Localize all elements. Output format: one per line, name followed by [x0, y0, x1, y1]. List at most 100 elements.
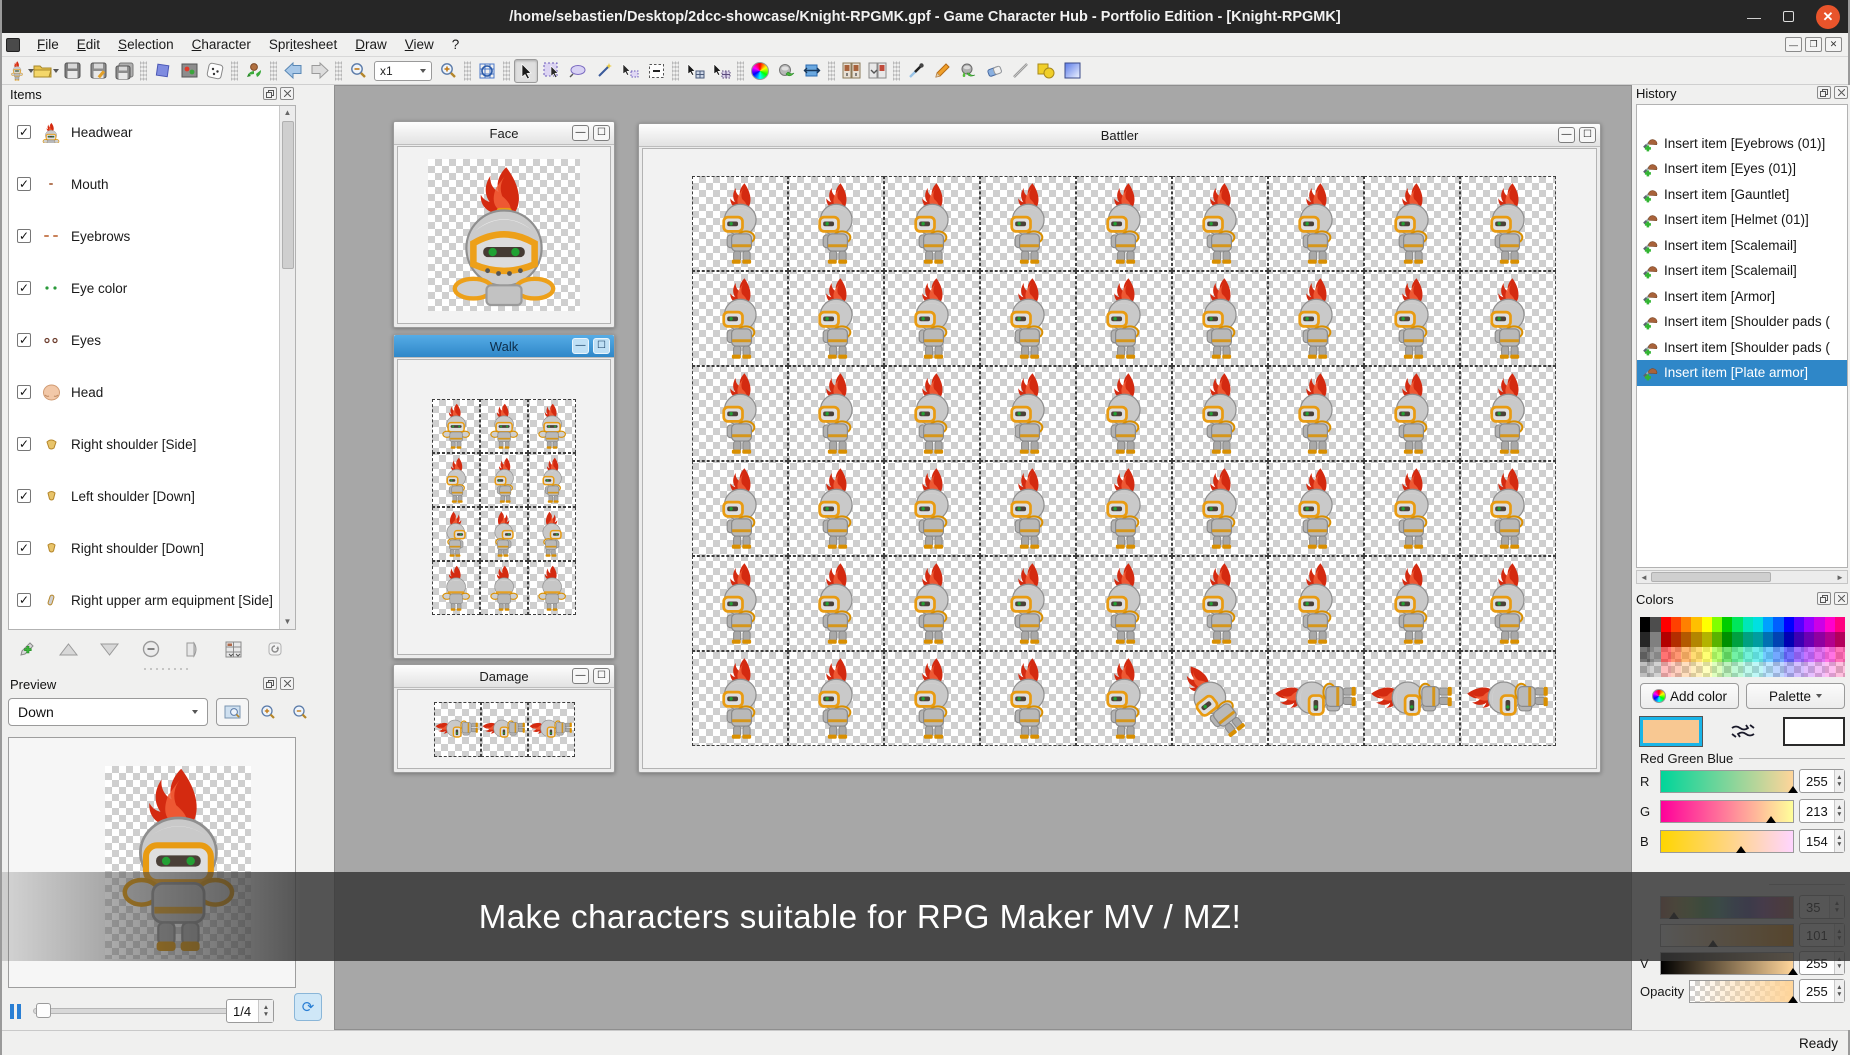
palette-swatch[interactable]: [1712, 662, 1722, 677]
mdi-restore-icon[interactable]: ❐: [1805, 37, 1822, 52]
palette-swatch[interactable]: [1650, 632, 1660, 647]
dock-splitter[interactable]: [142, 667, 192, 671]
sprite-cell[interactable]: [788, 651, 884, 746]
palette-swatch[interactable]: [1825, 647, 1835, 662]
sprite-cell[interactable]: [1172, 461, 1268, 556]
palette-swatch[interactable]: [1773, 617, 1783, 632]
zoom-level-select[interactable]: x1: [374, 61, 432, 81]
r-spinner[interactable]: 255▲▼: [1799, 769, 1845, 793]
menu-edit[interactable]: Edit: [68, 34, 109, 55]
zoom-in-button[interactable]: [436, 59, 460, 83]
palette-swatch[interactable]: [1712, 617, 1722, 632]
palette-swatch[interactable]: [1753, 662, 1763, 677]
b-spinner[interactable]: 154▲▼: [1799, 829, 1845, 853]
history-close-icon[interactable]: [1834, 86, 1848, 99]
walk-minimize-icon[interactable]: —: [572, 338, 589, 354]
preview-zoom-in-button[interactable]: [254, 700, 282, 726]
mdi-minimize-icon[interactable]: —: [1785, 37, 1802, 52]
scroll-right-icon[interactable]: ►: [1833, 573, 1847, 582]
g-spinner[interactable]: 213▲▼: [1799, 799, 1845, 823]
item-checkbox[interactable]: ✓: [17, 177, 31, 191]
sprite-cell[interactable]: [1460, 176, 1556, 271]
sprite-cell[interactable]: [480, 507, 528, 561]
sprite-cell[interactable]: [1364, 651, 1460, 746]
palette-swatch[interactable]: [1650, 662, 1660, 677]
menu-spritesheet[interactable]: Spritesheet: [260, 34, 346, 55]
scroll-up-icon[interactable]: ▲: [284, 106, 292, 120]
palette-swatch[interactable]: [1640, 662, 1650, 677]
lasso-tool-button[interactable]: [566, 59, 590, 83]
face-window-titlebar[interactable]: Face —☐: [394, 122, 614, 145]
sprite-cell[interactable]: [980, 556, 1076, 651]
sprite-cell[interactable]: [980, 461, 1076, 556]
palette-swatch[interactable]: [1681, 662, 1691, 677]
history-entry[interactable]: Insert item [Eyes (01)]: [1637, 156, 1847, 182]
sprite-cell[interactable]: [1364, 556, 1460, 651]
sprite-cell[interactable]: [692, 461, 788, 556]
sprite-cell[interactable]: [788, 176, 884, 271]
palette-swatch[interactable]: [1753, 617, 1763, 632]
duplicate-item-button[interactable]: [177, 637, 207, 661]
palette-swatch[interactable]: [1794, 662, 1804, 677]
sprite-cell[interactable]: [884, 556, 980, 651]
sprite-cell[interactable]: [1172, 271, 1268, 366]
item-settings-button[interactable]: [260, 637, 290, 661]
history-scroll-thumb[interactable]: [1651, 572, 1771, 582]
sprite-cell[interactable]: [1268, 556, 1364, 651]
history-entry[interactable]: Insert item [Helmet (01)]: [1637, 207, 1847, 233]
sprite-cell[interactable]: [884, 271, 980, 366]
shape-tool-button[interactable]: [1034, 59, 1058, 83]
minimize-window-icon[interactable]: —: [1747, 12, 1761, 22]
s-slider[interactable]: [1660, 924, 1794, 947]
palette-swatch[interactable]: [1722, 662, 1732, 677]
sprite-cell[interactable]: [528, 453, 576, 507]
menu-view[interactable]: View: [396, 34, 443, 55]
secondary-color-swatch[interactable]: [1783, 717, 1845, 746]
sprite-cell[interactable]: [884, 461, 980, 556]
sprite-cell[interactable]: [1460, 556, 1556, 651]
sprite-cell[interactable]: [788, 556, 884, 651]
palette-swatch[interactable]: [1671, 632, 1681, 647]
item-row[interactable]: ✓ Headwear: [9, 106, 295, 158]
battler-window[interactable]: Battler —☐: [638, 123, 1601, 773]
undo-button[interactable]: [281, 59, 305, 83]
palette-swatch[interactable]: [1835, 617, 1845, 632]
palette-swatch[interactable]: [1753, 647, 1763, 662]
damage-window-titlebar[interactable]: Damage —☐: [394, 665, 614, 688]
palette-swatch[interactable]: [1671, 662, 1681, 677]
palette-swatch[interactable]: [1784, 632, 1794, 647]
menu-help[interactable]: ?: [443, 34, 469, 55]
palette-swatch[interactable]: [1804, 662, 1814, 677]
palette-swatch[interactable]: [1794, 632, 1804, 647]
palette-swatch[interactable]: [1712, 647, 1722, 662]
sprite-cell[interactable]: [788, 366, 884, 461]
sprite-cell[interactable]: [432, 507, 480, 561]
palette-swatch[interactable]: [1722, 632, 1732, 647]
battler-maximize-icon[interactable]: ☐: [1579, 127, 1596, 143]
item-row[interactable]: ✓ Right shoulder [Side]: [9, 418, 295, 470]
sprite-cell[interactable]: [1460, 271, 1556, 366]
preview-close-icon[interactable]: [280, 677, 294, 690]
color-wheel-button[interactable]: [748, 59, 772, 83]
palette-swatch[interactable]: [1691, 662, 1701, 677]
menu-file[interactable]: File: [28, 34, 68, 55]
sprite-cell[interactable]: [1268, 176, 1364, 271]
sprite-cell[interactable]: [528, 507, 576, 561]
sprite-cell[interactable]: [1076, 556, 1172, 651]
sprite-cell[interactable]: [692, 271, 788, 366]
sprite-cell[interactable]: [1172, 651, 1268, 746]
sprite-cell[interactable]: [692, 651, 788, 746]
sprite-cell[interactable]: [1268, 461, 1364, 556]
history-entry[interactable]: Insert item [Armor]: [1637, 284, 1847, 310]
damage-maximize-icon[interactable]: ☐: [593, 668, 610, 684]
opacity-slider[interactable]: [1689, 980, 1794, 1003]
palette-swatch[interactable]: [1722, 617, 1732, 632]
frame-export-button[interactable]: [865, 59, 889, 83]
palette-swatch[interactable]: [1743, 647, 1753, 662]
sprite-cell[interactable]: [692, 176, 788, 271]
sprite-cell[interactable]: [884, 176, 980, 271]
palette-swatch[interactable]: [1661, 617, 1671, 632]
item-checkbox[interactable]: ✓: [17, 333, 31, 347]
walk-window[interactable]: Walk —☐: [393, 334, 615, 659]
primary-color-swatch[interactable]: [1640, 717, 1702, 746]
